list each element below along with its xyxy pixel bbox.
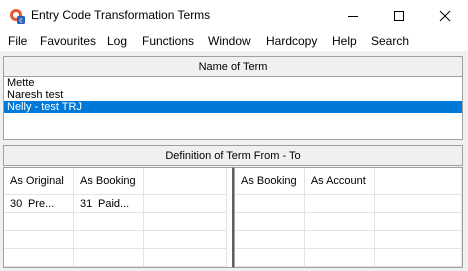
menu-favourites[interactable]: Favourites <box>40 34 96 48</box>
to-grid[interactable]: As Booking As Account <box>234 167 463 268</box>
term-name-list[interactable]: Mette Naresh test Nelly - test TRJ <box>3 76 463 140</box>
menu-hardcopy[interactable]: Hardcopy <box>266 34 317 48</box>
table-header-row: As Original As Booking <box>4 168 227 195</box>
maximize-button[interactable] <box>376 0 422 31</box>
column-header-as-account[interactable]: As Account <box>304 168 375 195</box>
window-title: Entry Code Transformation Terms <box>31 8 211 22</box>
table-cell[interactable] <box>304 248 375 267</box>
list-item-selected[interactable]: Nelly - test TRJ <box>4 101 462 113</box>
table-cell[interactable] <box>235 248 305 267</box>
table-cell[interactable] <box>4 212 74 231</box>
from-table: As Original As Booking 30 Pre... 31 Paid..… <box>4 168 227 267</box>
table-cell[interactable] <box>304 212 375 231</box>
list-item[interactable]: Mette <box>4 77 462 89</box>
close-button[interactable] <box>422 0 468 31</box>
table-cell[interactable] <box>304 194 375 213</box>
table-header-row: As Booking As Account <box>235 168 462 195</box>
menu-functions[interactable]: Functions <box>142 34 194 48</box>
table-cell[interactable] <box>73 248 144 267</box>
cell-number: 30 <box>10 197 23 210</box>
menu-log[interactable]: Log <box>107 34 127 48</box>
table-cell[interactable] <box>143 194 227 213</box>
svg-text:c: c <box>19 18 23 25</box>
table-cell[interactable] <box>374 194 462 213</box>
from-grid[interactable]: As Original As Booking 30 Pre... 31 Paid..… <box>3 167 234 268</box>
name-of-term-header: Name of Term <box>3 56 463 77</box>
column-header-empty <box>143 168 227 195</box>
table-cell[interactable] <box>73 212 144 231</box>
table-cell[interactable] <box>235 212 305 231</box>
table-cell[interactable] <box>304 230 375 249</box>
table-cell[interactable] <box>235 230 305 249</box>
cell-text: Paid... <box>98 197 130 210</box>
cell-number: 31 <box>80 197 93 210</box>
table-cell[interactable] <box>143 248 227 267</box>
table-row[interactable] <box>235 194 462 213</box>
menu-search[interactable]: Search <box>371 34 409 48</box>
table-cell[interactable]: 30 Pre... <box>4 194 74 213</box>
table-cell[interactable] <box>4 230 74 249</box>
menu-help[interactable]: Help <box>332 34 357 48</box>
table-row[interactable] <box>235 212 462 231</box>
app-icon: c <box>10 9 25 25</box>
table-row[interactable] <box>235 230 462 249</box>
table-cell[interactable] <box>374 212 462 231</box>
table-cell[interactable]: 31 Paid... <box>73 194 144 213</box>
table-cell[interactable] <box>73 230 144 249</box>
main-content: Name of Term Mette Naresh test Nelly - t… <box>0 51 468 271</box>
column-header-as-original[interactable]: As Original <box>4 168 74 195</box>
menu-file[interactable]: File <box>8 34 27 48</box>
maximize-icon <box>394 10 404 21</box>
close-icon <box>439 10 451 21</box>
table-row[interactable] <box>235 248 462 267</box>
to-table: As Booking As Account <box>235 168 462 267</box>
menu-bar: File Favourites Log Functions Window Har… <box>0 31 468 51</box>
table-cell[interactable] <box>4 248 74 267</box>
minimize-button[interactable] <box>330 0 376 31</box>
list-item[interactable]: Naresh test <box>4 89 462 101</box>
table-row[interactable]: 30 Pre... 31 Paid... <box>4 194 227 213</box>
table-row[interactable] <box>4 212 227 231</box>
title-bar: c Entry Code Transformation Terms <box>0 0 468 31</box>
table-row[interactable] <box>4 230 227 249</box>
cell-text: Pre... <box>28 197 55 210</box>
table-cell[interactable] <box>143 230 227 249</box>
column-header-empty <box>374 168 462 195</box>
column-header-as-booking[interactable]: As Booking <box>73 168 144 195</box>
definition-header: Definition of Term From - To <box>3 145 463 166</box>
table-cell[interactable] <box>374 230 462 249</box>
table-row[interactable] <box>4 248 227 267</box>
table-cell[interactable] <box>374 248 462 267</box>
minimize-icon <box>348 15 358 17</box>
table-cell[interactable] <box>143 212 227 231</box>
table-cell[interactable] <box>235 194 305 213</box>
column-header-as-booking[interactable]: As Booking <box>235 168 305 195</box>
menu-window[interactable]: Window <box>208 34 251 48</box>
